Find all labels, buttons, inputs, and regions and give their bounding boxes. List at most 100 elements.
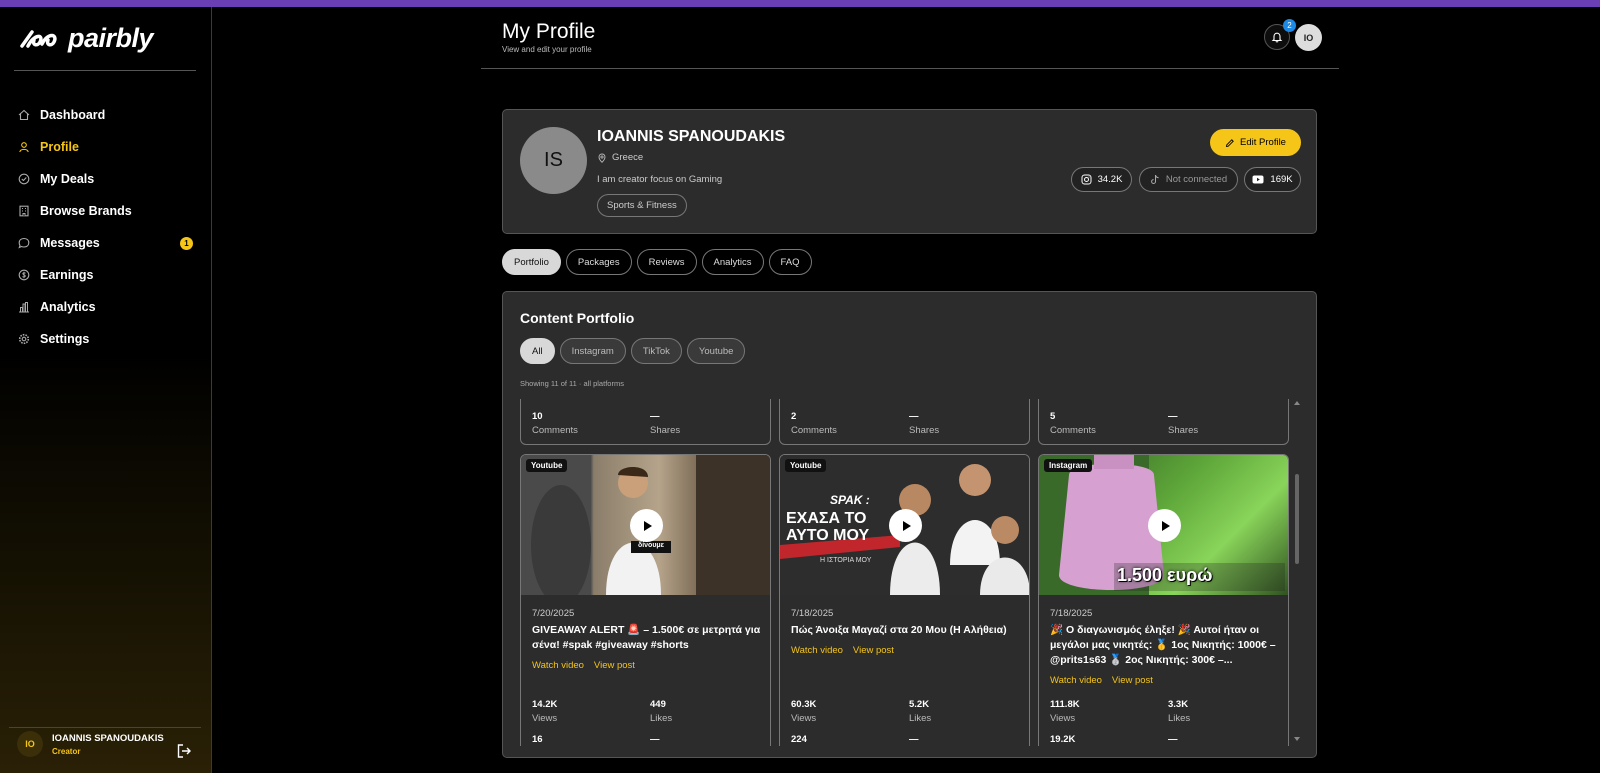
sidebar-nav: Dashboard Profile My Deals Browse Brands… xyxy=(0,99,212,355)
tiktok-stat[interactable]: Not connected xyxy=(1139,167,1238,192)
shares-value: — xyxy=(1168,734,1178,745)
shares-value: — xyxy=(650,734,660,745)
sidebar-item-profile[interactable]: Profile xyxy=(0,131,212,163)
instagram-stat[interactable]: 34.2K xyxy=(1071,167,1132,192)
comments-value: 224 xyxy=(791,734,807,745)
card-links: Watch video View post xyxy=(532,660,635,671)
tiktok-icon xyxy=(1150,174,1159,185)
views-value: 111.8K xyxy=(1050,699,1080,710)
pencil-icon xyxy=(1225,138,1234,147)
likes-label: Likes xyxy=(1168,713,1191,724)
filter-youtube[interactable]: Youtube xyxy=(686,338,746,364)
tab-packages[interactable]: Packages xyxy=(565,249,632,275)
youtube-subscribers: 169K xyxy=(1270,174,1293,185)
filter-tiktok[interactable]: TikTok xyxy=(630,338,682,364)
category-tag: Sports & Fitness xyxy=(597,194,687,217)
building-icon xyxy=(18,205,30,217)
view-post-link[interactable]: View post xyxy=(594,660,635,671)
sidebar-item-dashboard[interactable]: Dashboard xyxy=(0,99,212,131)
user-name: IOANNIS SPANOUDAKIS xyxy=(52,732,164,744)
top-accent-bar xyxy=(0,0,1600,7)
tab-analytics[interactable]: Analytics xyxy=(701,249,764,275)
sidebar-divider xyxy=(14,70,196,71)
shares-value: — xyxy=(909,411,919,422)
scroll-up-arrow-icon[interactable] xyxy=(1294,401,1300,405)
comments-value: 5 xyxy=(1050,411,1056,422)
play-button[interactable] xyxy=(889,509,922,542)
profile-name: IOANNIS SPANOUDAKIS xyxy=(597,128,786,145)
sidebar-user: IO IOANNIS SPANOUDAKIS Creator xyxy=(17,731,164,757)
portfolio-scrollbar[interactable] xyxy=(1293,399,1301,746)
watch-video-link[interactable]: Watch video xyxy=(791,645,843,656)
content-card[interactable]: Youtube SPAK : ΕΧΑΣΑ ΤΟ ΑΥΤΟ ΜΟΥ Η ΙΣΤΟΡ… xyxy=(779,454,1030,746)
comments-label: Comments xyxy=(791,425,837,436)
watch-video-link[interactable]: Watch video xyxy=(532,660,584,671)
sidebar-item-label: Profile xyxy=(40,140,79,154)
watch-video-link[interactable]: Watch video xyxy=(1050,675,1102,686)
post-date: 7/20/2025 xyxy=(532,608,575,619)
profile-card: IS IOANNIS SPANOUDAKIS Greece I am creat… xyxy=(502,109,1317,234)
edit-profile-label: Edit Profile xyxy=(1240,137,1286,148)
post-title: 🎉 Ο διαγωνισμός έληξε! 🎉 Αυτοί ήταν οι μ… xyxy=(1050,624,1276,666)
location-text: Greece xyxy=(612,152,644,163)
sidebar-item-label: Messages xyxy=(40,236,100,250)
edit-profile-button[interactable]: Edit Profile xyxy=(1210,129,1301,156)
sidebar-item-label: Dashboard xyxy=(40,108,106,122)
play-button[interactable] xyxy=(630,509,663,542)
scroll-down-arrow-icon[interactable] xyxy=(1294,737,1300,741)
header-avatar[interactable]: IO xyxy=(1295,24,1322,51)
sidebar-item-settings[interactable]: Settings xyxy=(0,323,212,355)
user-role: Creator xyxy=(52,746,81,756)
scroll-thumb[interactable] xyxy=(1295,474,1299,564)
logo[interactable]: pairbly xyxy=(18,23,154,54)
logo-text: pairbly xyxy=(68,23,154,53)
comments-value: 10 xyxy=(532,411,543,422)
shares-label: Shares xyxy=(650,425,681,436)
sidebar-item-earnings[interactable]: Earnings xyxy=(0,259,212,291)
comments-value: 2 xyxy=(791,411,797,422)
card-links: Watch video View post xyxy=(791,645,894,656)
logout-icon[interactable] xyxy=(176,743,192,759)
instagram-icon xyxy=(1081,174,1092,185)
video-thumbnail[interactable]: Youtube δίνουμε xyxy=(521,455,770,595)
views-value: 14.2K xyxy=(532,699,558,710)
tab-portfolio[interactable]: Portfolio xyxy=(502,249,561,275)
view-post-link[interactable]: View post xyxy=(853,645,894,656)
sidebar: pairbly Dashboard Profile My Deals Brows… xyxy=(0,7,212,773)
dollar-icon xyxy=(18,269,30,281)
play-button[interactable] xyxy=(1148,509,1181,542)
sidebar-item-label: Earnings xyxy=(40,268,94,282)
profile-tabs: Portfolio Packages Reviews Analytics FAQ xyxy=(502,249,812,275)
content-card[interactable]: Instagram 1.500 ευρώ 7/18/2025 🎉 Ο διαγω… xyxy=(1038,454,1289,746)
view-post-link[interactable]: View post xyxy=(1112,675,1153,686)
content-card[interactable]: Youtube δίνουμε 7/20/2025 GIVEAWAY ALERT… xyxy=(520,454,771,746)
filter-all[interactable]: All xyxy=(520,338,555,364)
comments-label: Comments xyxy=(1050,425,1096,436)
sidebar-item-analytics[interactable]: Analytics xyxy=(0,291,212,323)
profile-bio: I am creator focus on Gaming xyxy=(597,174,723,185)
card-links: Watch video View post xyxy=(1050,675,1153,686)
tab-faq[interactable]: FAQ xyxy=(768,249,812,275)
video-thumbnail[interactable]: Youtube SPAK : ΕΧΑΣΑ ΤΟ ΑΥΤΟ ΜΟΥ Η ΙΣΤΟΡ… xyxy=(780,455,1029,595)
shares-value: — xyxy=(1168,411,1178,422)
pairbly-logo-icon xyxy=(20,29,57,48)
post-date: 7/18/2025 xyxy=(1050,608,1093,619)
likes-value: 5.2K xyxy=(909,699,930,710)
section-title: Content Portfolio xyxy=(520,310,635,326)
shares-label: Shares xyxy=(1168,425,1199,436)
video-thumbnail[interactable]: Instagram 1.500 ευρώ xyxy=(1039,455,1288,595)
bar-chart-icon xyxy=(18,301,30,313)
check-circle-icon xyxy=(18,173,30,185)
page-header: My Profile View and edit your profile 2 … xyxy=(481,7,1339,69)
thumbnail-caption-top: SPAK : xyxy=(830,493,870,507)
messages-badge: 1 xyxy=(180,237,193,250)
tiktok-status: Not connected xyxy=(1165,174,1228,185)
sidebar-item-browse-brands[interactable]: Browse Brands xyxy=(0,195,212,227)
page-title: My Profile xyxy=(502,20,596,43)
sidebar-item-messages[interactable]: Messages 1 xyxy=(0,227,212,259)
filter-instagram[interactable]: Instagram xyxy=(559,338,626,364)
sidebar-item-my-deals[interactable]: My Deals xyxy=(0,163,212,195)
tab-reviews[interactable]: Reviews xyxy=(636,249,697,275)
youtube-stat[interactable]: 169K xyxy=(1244,167,1301,192)
platform-badge: Youtube xyxy=(526,459,568,472)
